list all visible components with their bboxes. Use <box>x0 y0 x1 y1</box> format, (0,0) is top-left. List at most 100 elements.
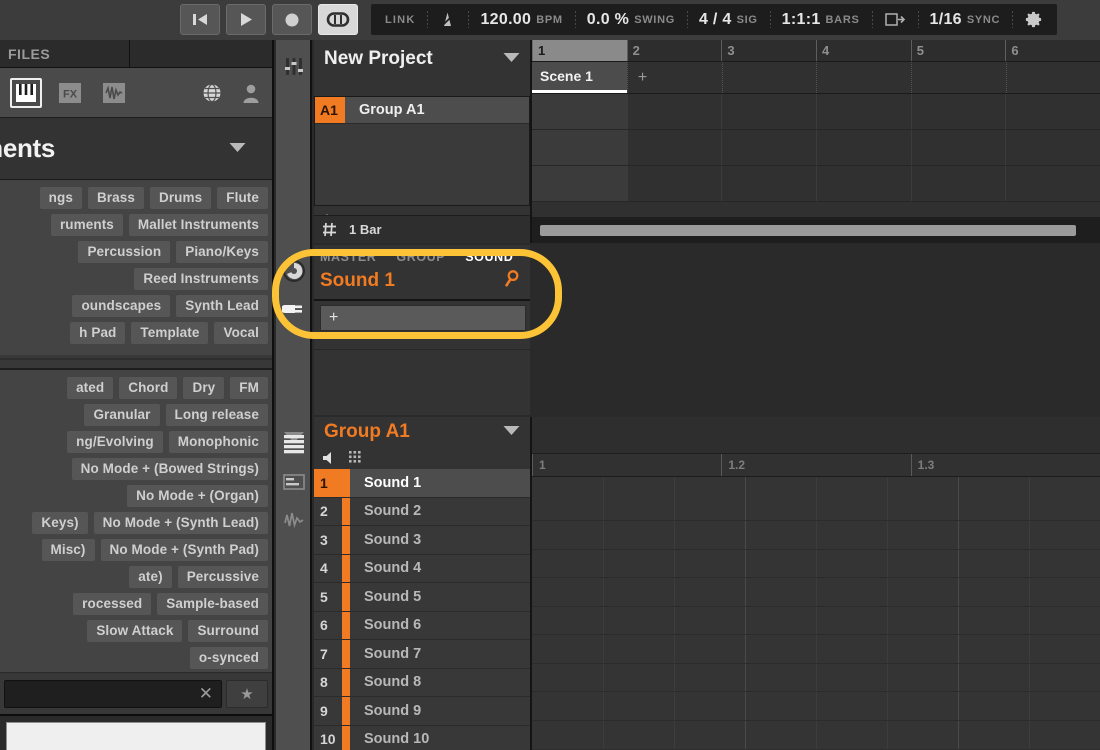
tag-chip[interactable]: Surround <box>188 620 268 642</box>
group-row[interactable]: A1 Group A1 <box>315 97 529 124</box>
tag-chip[interactable]: Mallet Instruments <box>128 214 268 236</box>
tag-chip[interactable]: Dry <box>183 377 225 399</box>
tag-chip[interactable]: ruments <box>50 214 123 236</box>
metronome-toggle[interactable] <box>427 4 468 35</box>
lane-cell[interactable] <box>910 166 1006 201</box>
tag-chip[interactable]: Long release <box>165 404 268 426</box>
restart-button[interactable] <box>180 4 220 35</box>
sound-row[interactable]: 2 Sound 2 <box>314 497 530 526</box>
tag-chip[interactable]: Sample-based <box>157 593 268 615</box>
lane-cell[interactable] <box>626 94 722 129</box>
tag-chip[interactable]: rocessed <box>73 593 152 615</box>
lane-cell[interactable] <box>626 166 722 201</box>
tag-chip[interactable]: No Mode + (Organ) <box>127 485 268 507</box>
tag-chip[interactable]: Vocal <box>214 322 268 344</box>
scene-grid-cell[interactable] <box>910 62 1006 93</box>
sound-row[interactable]: 9 Sound 9 <box>314 697 530 726</box>
group-dropdown[interactable] <box>503 423 520 441</box>
pattern-grid[interactable] <box>532 477 1100 749</box>
sound-row[interactable]: 5 Sound 5 <box>314 583 530 612</box>
browser-tab-secondary[interactable] <box>130 40 272 67</box>
tag-chip[interactable]: No Mode + (Bowed Strings) <box>71 458 268 480</box>
tag-chip[interactable]: Keys) <box>32 512 88 534</box>
plugin-view-button[interactable] <box>276 290 312 328</box>
pattern-list-button[interactable] <box>276 425 312 463</box>
sound-row[interactable]: 10 Sound 10 <box>314 725 530 750</box>
tag-chip[interactable]: Flute <box>217 187 268 209</box>
sound-row[interactable]: 1 Sound 1 <box>314 469 530 498</box>
tag-chip[interactable]: Monophonic <box>168 431 268 453</box>
scrollbar-thumb[interactable] <box>540 224 1076 236</box>
sound-row[interactable]: 3 Sound 3 <box>314 526 530 555</box>
tag-chip[interactable]: Drums <box>149 187 212 209</box>
scene-clip[interactable]: Scene 1 <box>532 62 627 93</box>
tag-chip[interactable]: Reed Instruments <box>134 268 268 290</box>
tag-chip[interactable]: oundscapes <box>72 295 171 317</box>
lane-cell[interactable] <box>815 94 911 129</box>
settings-button[interactable] <box>1012 4 1055 35</box>
lane-cell[interactable] <box>815 130 911 165</box>
sound-row[interactable]: 8 Sound 8 <box>314 668 530 697</box>
record-button[interactable] <box>272 4 312 35</box>
sound-row[interactable]: 4 Sound 4 <box>314 554 530 583</box>
lane-cell[interactable] <box>532 94 627 129</box>
bar-marker[interactable]: 5 <box>910 40 1006 61</box>
macro-view-button[interactable] <box>276 252 312 290</box>
lane-cell[interactable] <box>721 130 816 165</box>
bar-marker[interactable]: 1 <box>532 40 627 61</box>
lane-cell[interactable] <box>1005 130 1100 165</box>
tag-chip[interactable]: Percussion <box>78 241 171 263</box>
user-icon[interactable] <box>242 83 260 103</box>
time-signature-field[interactable]: 4 / 4 SIG <box>686 4 770 35</box>
bar-marker[interactable]: 2 <box>626 40 722 61</box>
lane-cell[interactable] <box>626 130 722 165</box>
position-field[interactable]: 1:1:1 BARS <box>769 4 872 35</box>
tag-chip[interactable]: Piano/Keys <box>176 241 268 263</box>
tag-chip[interactable]: ate) <box>129 566 172 588</box>
tag-chip[interactable]: Misc) <box>41 539 95 561</box>
arranger-lane[interactable] <box>532 130 1100 166</box>
tag-chip[interactable]: Synth Lead <box>176 295 268 317</box>
channel-tab-master[interactable]: MASTER <box>320 250 376 264</box>
lane-cell[interactable] <box>815 166 911 201</box>
fx-filter-button[interactable]: FX <box>54 78 86 108</box>
globe-icon[interactable] <box>202 83 222 103</box>
lane-cell[interactable] <box>721 94 816 129</box>
sound-row[interactable]: 6 Sound 6 <box>314 611 530 640</box>
play-button[interactable] <box>226 4 266 35</box>
bar-ruler[interactable]: 123456 <box>532 40 1100 62</box>
tag-chip[interactable]: Brass <box>87 187 144 209</box>
lane-cell[interactable] <box>721 166 816 201</box>
swing-field[interactable]: 0.0 % SWING <box>574 4 687 35</box>
scene-grid-cell[interactable] <box>721 62 817 93</box>
pattern-beat-marker[interactable]: 1.3 <box>910 454 1100 476</box>
tag-chip[interactable]: ated <box>67 377 114 399</box>
tag-chip[interactable]: FM <box>230 377 268 399</box>
follow-playhead-toggle[interactable] <box>871 4 918 35</box>
lane-cell[interactable] <box>532 130 627 165</box>
pad-grid-icon[interactable] <box>348 450 364 466</box>
automation-view-button[interactable] <box>276 501 312 539</box>
browser-category-dropdown[interactable] <box>229 140 246 158</box>
pattern-ruler[interactable]: 1 1.2 1.3 <box>532 454 1100 477</box>
pattern-beat-marker[interactable]: 1 <box>532 454 721 476</box>
tag-chip[interactable]: No Mode + (Synth Pad) <box>100 539 268 561</box>
mixer-view-button[interactable] <box>276 48 312 86</box>
browser-footer-field[interactable] <box>6 722 266 750</box>
scene-grid-cell[interactable] <box>816 62 911 93</box>
tag-chip[interactable]: Chord <box>119 377 178 399</box>
tag-chip[interactable]: Percussive <box>177 566 268 588</box>
lane-cell[interactable] <box>910 130 1006 165</box>
scrollbar-track[interactable] <box>538 224 1096 236</box>
tag-chip[interactable]: ngs <box>39 187 82 209</box>
arranger-lane[interactable] <box>532 94 1100 130</box>
tempo-field[interactable]: 120.00 BPM <box>468 4 574 35</box>
tag-chip[interactable]: Granular <box>84 404 160 426</box>
loop-button[interactable] <box>318 4 358 35</box>
lane-cell[interactable] <box>1005 94 1100 129</box>
grid-icon[interactable] <box>322 222 337 237</box>
search-input[interactable]: ✕ <box>4 679 222 708</box>
tag-chip[interactable]: ng/Evolving <box>67 431 163 453</box>
add-plugin-slot[interactable]: + <box>320 305 526 331</box>
browser-tab-files[interactable]: FILES <box>0 40 130 67</box>
